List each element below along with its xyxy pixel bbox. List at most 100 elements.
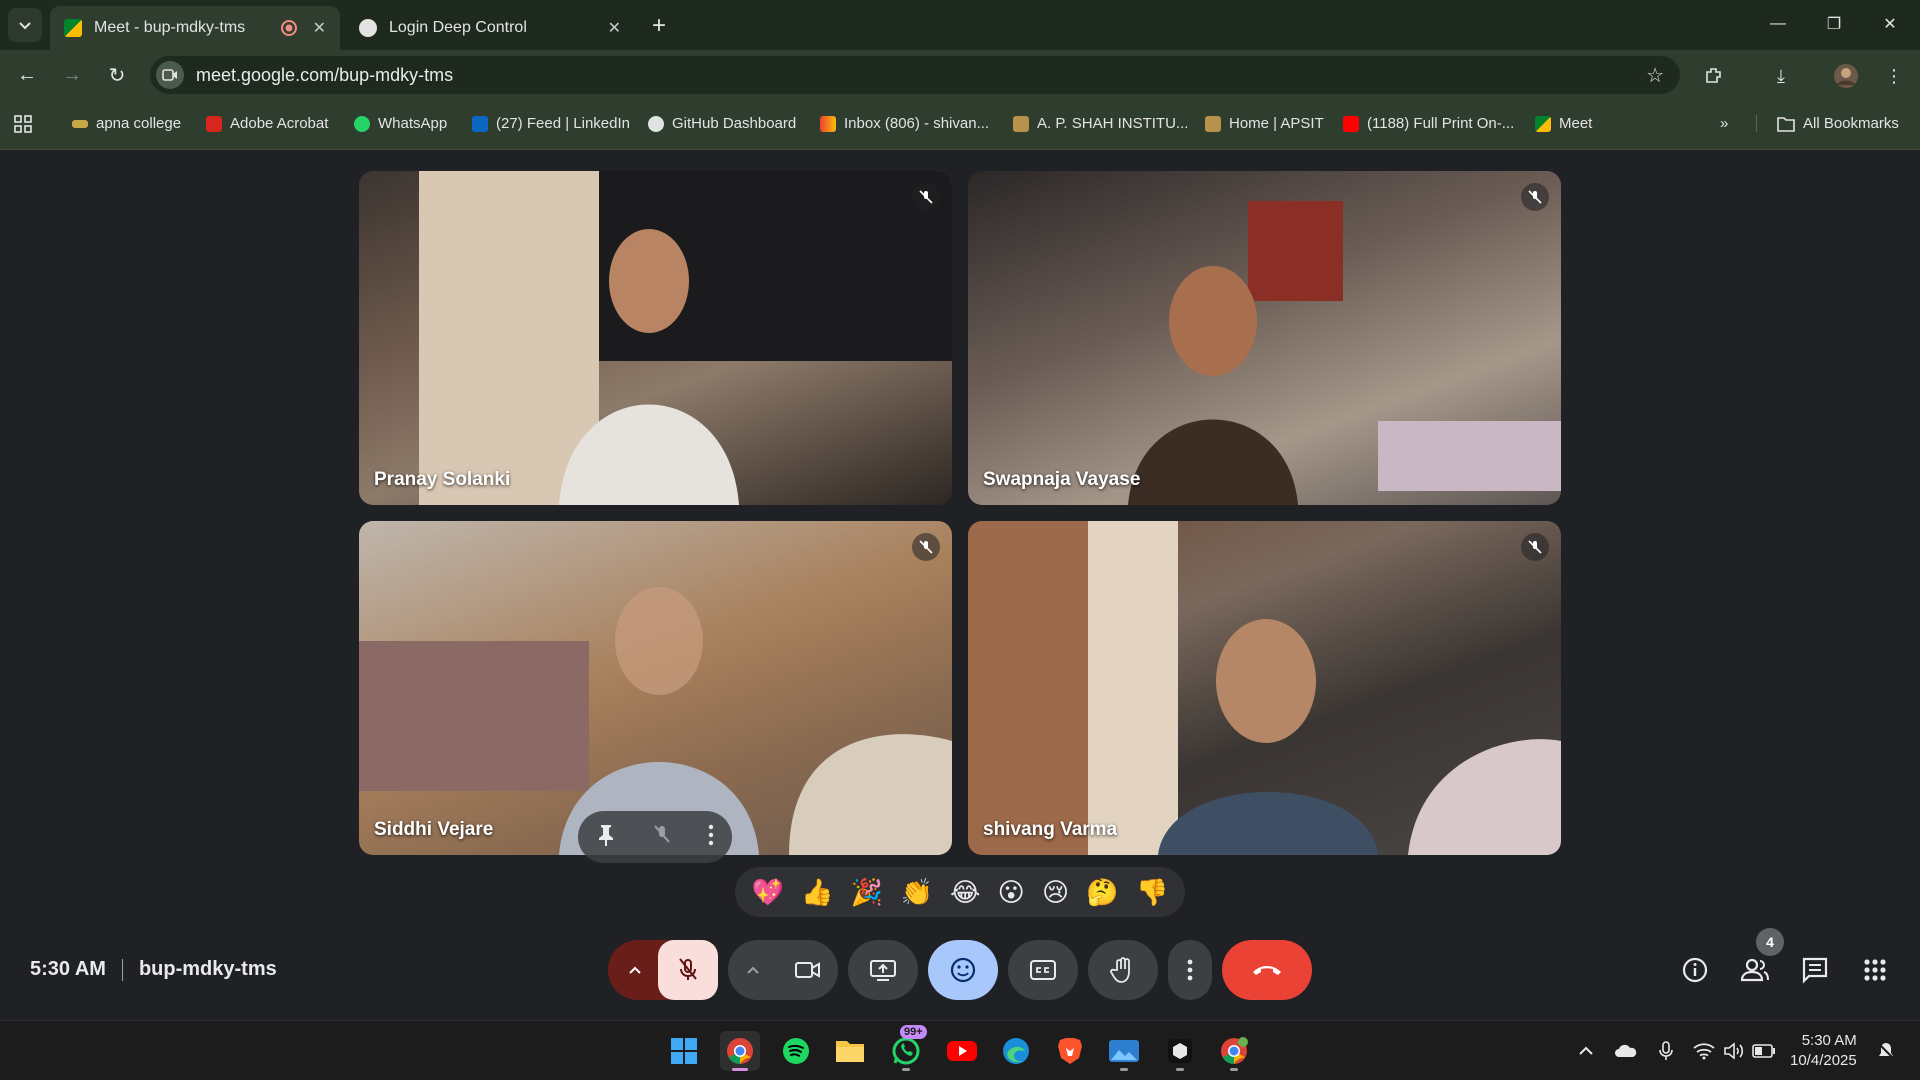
- cube-icon: [1168, 1039, 1192, 1063]
- wifi-icon[interactable]: [1692, 1039, 1716, 1063]
- spotify-taskbar-app[interactable]: [776, 1031, 816, 1071]
- bookmark-adobe-acrobat[interactable]: Adobe Acrobat: [206, 115, 328, 132]
- download-icon[interactable]: ⤓: [1767, 62, 1795, 90]
- all-bookmarks-button[interactable]: All Bookmarks: [1756, 115, 1899, 132]
- bookmark-star-icon[interactable]: ☆: [1646, 63, 1664, 88]
- onedrive-icon[interactable]: [1614, 1039, 1638, 1063]
- close-tab-icon[interactable]: ✕: [608, 18, 621, 38]
- whatsapp-taskbar-app[interactable]: 99+: [886, 1025, 927, 1071]
- acrobat-icon: [206, 115, 222, 132]
- running-indicator: [1176, 1068, 1184, 1071]
- camera-toggle-button[interactable]: [778, 940, 838, 1000]
- windows-logo-icon: [671, 1038, 697, 1064]
- address-bar[interactable]: meet.google.com/bup-mdky-tms ☆: [150, 56, 1680, 94]
- leave-call-button[interactable]: [1222, 940, 1312, 1000]
- youtube-taskbar-app[interactable]: [942, 1031, 982, 1071]
- back-button[interactable]: ←: [12, 60, 42, 90]
- close-window-button[interactable]: ✕: [1862, 0, 1918, 48]
- extensions-icon[interactable]: [1700, 62, 1728, 90]
- reload-button[interactable]: ↻: [102, 60, 132, 90]
- reaction-crying[interactable]: 😢: [1042, 877, 1069, 908]
- audio-control-group: [608, 940, 718, 1000]
- meet-site-icon[interactable]: [156, 61, 184, 89]
- video-options-button[interactable]: [728, 940, 778, 1000]
- tab-search-button[interactable]: [8, 8, 42, 42]
- participant-name: Siddhi Vejare: [374, 819, 494, 840]
- pin-icon[interactable]: [596, 823, 616, 852]
- tab-strip: Meet - bup-mdky-tms ✕ Login Deep Control…: [0, 0, 1920, 50]
- participant-tile[interactable]: Siddhi Vejare: [359, 521, 952, 855]
- cube-app-taskbar-app[interactable]: [1160, 1031, 1200, 1071]
- divider: [121, 958, 123, 981]
- bookmark-meet[interactable]: Meet: [1535, 115, 1592, 132]
- reaction-sparkling-heart[interactable]: 💖: [752, 877, 784, 908]
- reactions-button[interactable]: [928, 940, 998, 1000]
- bookmark-apna-college[interactable]: apna college: [72, 115, 181, 132]
- bookmark-gmail[interactable]: Inbox (806) - shivan...: [820, 115, 989, 132]
- participant-name: Swapnaja Vayase: [983, 469, 1141, 490]
- reaction-thinking[interactable]: 🤔: [1086, 877, 1118, 908]
- reaction-thumbs-up[interactable]: 👍: [801, 877, 833, 908]
- participant-tile[interactable]: Pranay Solanki: [359, 171, 952, 505]
- brave-taskbar-app[interactable]: [1050, 1031, 1090, 1071]
- volume-icon[interactable]: [1722, 1039, 1746, 1063]
- tab-meet[interactable]: Meet - bup-mdky-tms ✕: [50, 6, 340, 50]
- recording-icon: [281, 20, 297, 36]
- muted-indicator-icon: [1521, 533, 1549, 561]
- raise-hand-icon: [1110, 957, 1130, 983]
- show-hidden-icons-chevron-icon[interactable]: [1574, 1039, 1598, 1063]
- file-explorer-taskbar-app[interactable]: [830, 1031, 870, 1071]
- bookmark-apshah[interactable]: A. P. SHAH INSTITU...: [1013, 115, 1188, 132]
- audio-options-button[interactable]: [608, 940, 662, 1000]
- edge-icon: [1003, 1038, 1029, 1064]
- reaction-thumbs-down[interactable]: 👎: [1136, 877, 1168, 908]
- camera-icon: [795, 962, 820, 978]
- participant-tile[interactable]: shivang Varma: [968, 521, 1561, 855]
- battery-icon[interactable]: [1752, 1039, 1776, 1063]
- reaction-party-popper[interactable]: 🎉: [851, 877, 883, 908]
- reaction-clapping[interactable]: 👏: [900, 877, 932, 908]
- forward-button[interactable]: →: [57, 60, 87, 90]
- more-options-icon[interactable]: [708, 824, 714, 851]
- more-options-button[interactable]: [1168, 940, 1212, 1000]
- reaction-tears-of-joy[interactable]: 😂: [950, 877, 980, 908]
- profile-avatar[interactable]: [1832, 62, 1860, 90]
- participant-video: [359, 587, 952, 855]
- participant-tile[interactable]: Swapnaja Vayase: [968, 171, 1561, 505]
- photos-taskbar-app[interactable]: [1104, 1031, 1144, 1071]
- people-icon[interactable]: [1737, 952, 1773, 988]
- start-button[interactable]: [664, 1031, 704, 1071]
- new-tab-button[interactable]: +: [652, 12, 666, 40]
- close-tab-icon[interactable]: ✕: [313, 18, 326, 38]
- chrome-icon: [727, 1038, 753, 1065]
- minimize-button[interactable]: —: [1750, 0, 1806, 48]
- chrome-profile-taskbar-app[interactable]: [1214, 1031, 1254, 1071]
- present-screen-button[interactable]: [848, 940, 918, 1000]
- participant-video: [968, 521, 1561, 855]
- chat-icon[interactable]: [1797, 952, 1833, 988]
- bookmark-whatsapp[interactable]: WhatsApp: [354, 115, 447, 132]
- chrome-taskbar-app[interactable]: [720, 1031, 760, 1071]
- bookmark-github[interactable]: GitHub Dashboard: [648, 115, 796, 132]
- notification-bell-icon[interactable]: [1874, 1039, 1898, 1063]
- system-clock[interactable]: 5:30 AM 10/4/2025: [1790, 1031, 1857, 1071]
- bookmark-apsit[interactable]: Home | APSIT: [1205, 115, 1324, 132]
- microphone-tray-icon[interactable]: [1654, 1039, 1678, 1063]
- meet-icon: [1535, 115, 1551, 132]
- meeting-details-icon[interactable]: [1677, 952, 1713, 988]
- tab-login-deep-control[interactable]: Login Deep Control ✕: [345, 6, 635, 50]
- captions-button[interactable]: [1008, 940, 1078, 1000]
- bookmark-linkedin[interactable]: (27) Feed | LinkedIn: [472, 115, 630, 132]
- apps-grid-icon[interactable]: [14, 115, 32, 133]
- bookmark-youtube[interactable]: (1188) Full Print On-...: [1343, 115, 1514, 132]
- mute-participant-icon[interactable]: [652, 823, 672, 852]
- more-bookmarks-icon[interactable]: »: [1720, 115, 1728, 132]
- reaction-surprised[interactable]: 😮: [998, 877, 1025, 908]
- activities-grid-icon[interactable]: [1857, 952, 1893, 988]
- restore-button[interactable]: ❐: [1806, 0, 1862, 48]
- meet-favicon-icon: [64, 19, 82, 37]
- raise-hand-button[interactable]: [1088, 940, 1158, 1000]
- menu-kebab-icon[interactable]: ⋮: [1880, 62, 1908, 90]
- edge-taskbar-app[interactable]: [996, 1031, 1036, 1071]
- microphone-toggle-button[interactable]: [658, 940, 718, 1000]
